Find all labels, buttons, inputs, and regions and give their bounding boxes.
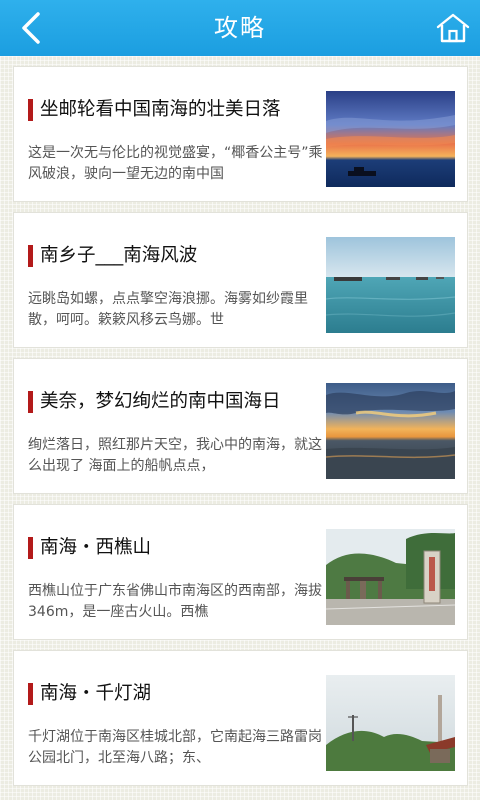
article-card[interactable]: 南海・千灯湖 千灯湖位于南海区桂城北部，它南起海三路雷岗公园北门，北至海八路；东… [13,650,468,786]
article-title: 坐邮轮看中国南海的壮美日落 [40,99,281,120]
article-thumbnail [326,675,455,771]
article-thumbnail [326,237,455,333]
home-icon [436,13,470,43]
article-title: 南海・西樵山 [40,537,152,558]
qiandeng-lake-image [326,675,455,771]
article-summary: 绚烂落日，照红那片天空，我心中的南海，就这么出现了 海面上的船帆点点， [28,437,322,474]
beach-sunset-image [326,383,455,479]
sea-boats-image [326,237,455,333]
app-header: 攻略 [0,0,480,56]
home-button[interactable] [436,12,470,44]
article-thumbnail [326,91,455,187]
article-summary: 西樵山位于广东省佛山市南海区的西南部，海拔346m，是一座古火山。西樵 [28,583,322,620]
title-accent-bar [28,99,33,121]
title-accent-bar [28,683,33,705]
title-accent-bar [28,245,33,267]
article-thumbnail [326,529,455,625]
sunset-cruise-image [326,91,455,187]
title-accent-bar [28,537,33,559]
article-summary: 远眺岛如螺，点点擎空海浪挪。海雾如纱霞里散，呵呵。簌簌风移云鸟娜。世 [28,291,308,328]
article-summary: 这是一次无与伦比的视觉盛宴，“椰香公主号”乘风破浪，驶向一望无边的南中国 [28,145,323,182]
article-summary: 千灯湖位于南海区桂城北部，它南起海三路雷岗公园北门，北至海八路；东、 [28,729,322,766]
article-title: 美奈，梦幻绚烂的南中国海日 [40,391,281,412]
title-accent-bar [28,391,33,413]
xiqiao-mountain-image [326,529,455,625]
article-thumbnail [326,383,455,479]
article-title: 南乡子___南海风波 [40,245,198,266]
article-card[interactable]: 南乡子___南海风波 远眺岛如螺，点点擎空海浪挪。海雾如纱霞里散，呵呵。簌簌风移… [13,212,468,348]
article-title: 南海・千灯湖 [40,683,152,704]
article-card[interactable]: 坐邮轮看中国南海的壮美日落 这是一次无与伦比的视觉盛宴，“椰香公主号”乘风破浪，… [13,66,468,202]
article-card[interactable]: 南海・西樵山 西樵山位于广东省佛山市南海区的西南部，海拔346m，是一座古火山。… [13,504,468,640]
article-card[interactable]: 美奈，梦幻绚烂的南中国海日 绚烂落日，照红那片天空，我心中的南海，就这么出现了 … [13,358,468,494]
page-title: 攻略 [214,14,266,42]
